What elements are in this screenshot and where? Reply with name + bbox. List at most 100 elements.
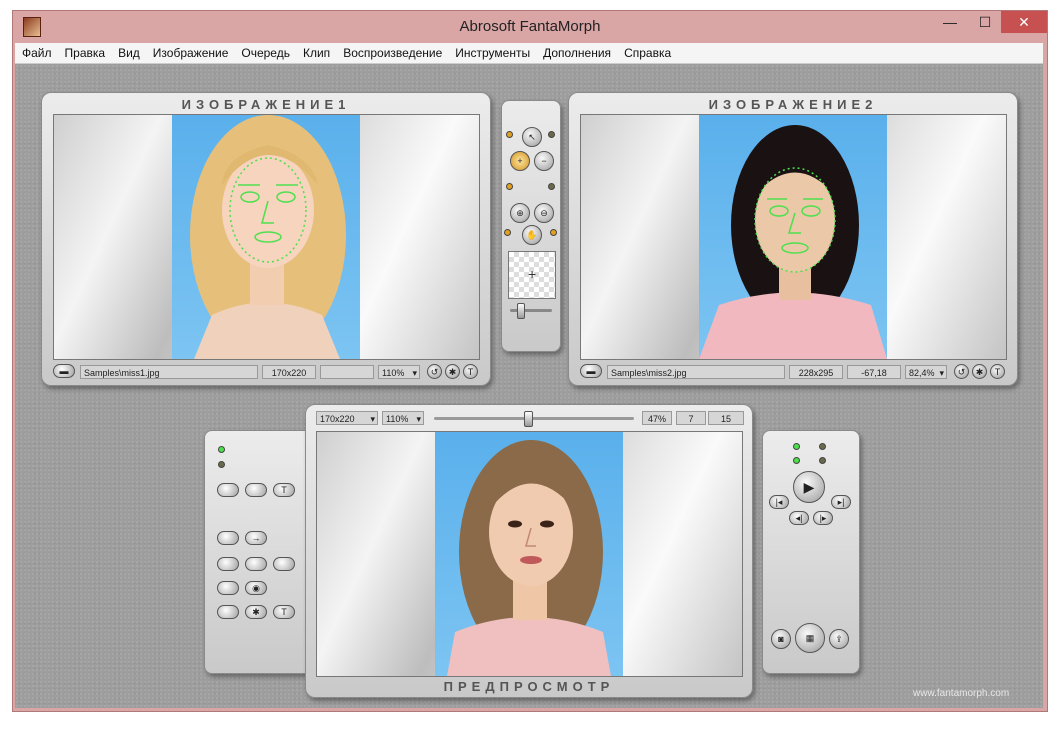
window-title: Abrosoft FantaMorph bbox=[459, 18, 601, 35]
open-image1-button[interactable]: ▬ bbox=[53, 364, 75, 378]
gear-icon: ✱ bbox=[448, 367, 457, 377]
gear-icon: ✱ bbox=[252, 607, 260, 617]
play-icon: ▶ bbox=[803, 479, 815, 495]
arrow-pointer-icon: ↖ bbox=[528, 132, 536, 142]
indicator-light bbox=[793, 443, 800, 450]
image1-photo bbox=[172, 115, 360, 359]
warp3-button[interactable] bbox=[273, 557, 295, 571]
settings-button[interactable]: ✱ bbox=[445, 364, 460, 379]
frame-number[interactable]: 7 bbox=[676, 411, 706, 425]
warp-button[interactable] bbox=[217, 557, 239, 571]
undo-button[interactable]: ↺ bbox=[427, 364, 442, 379]
film-icon: ▦ bbox=[805, 633, 815, 643]
image1-zoom-value: 110% bbox=[382, 368, 405, 378]
text-button[interactable]: T bbox=[463, 364, 478, 379]
text-icon: T bbox=[281, 607, 287, 617]
image1-path: Samples\miss1.jpg bbox=[80, 365, 258, 379]
export-button[interactable]: ⇪ bbox=[829, 629, 849, 649]
pan-tool-button[interactable]: ✋ bbox=[522, 225, 542, 245]
app-window: Abrosoft FantaMorph — ☐ ✕ Файл Правка Вид И… bbox=[12, 10, 1048, 712]
text-button[interactable]: T bbox=[990, 364, 1005, 379]
step-forward-icon: |▸ bbox=[819, 513, 827, 523]
curve-button[interactable] bbox=[217, 531, 239, 545]
shape-button[interactable] bbox=[217, 483, 239, 497]
prev-frame-button[interactable]: ◂| bbox=[789, 511, 809, 525]
indicator-light bbox=[504, 229, 511, 236]
menu-view[interactable]: Вид bbox=[111, 43, 146, 60]
image2-zoom-value: 82,4% bbox=[909, 368, 935, 378]
text2-button[interactable]: T bbox=[273, 605, 295, 619]
watermark: www.fantamorph.com bbox=[913, 688, 1010, 699]
menu-clip[interactable]: Клип bbox=[296, 43, 336, 60]
menu-file[interactable]: Файл bbox=[15, 43, 58, 60]
camera-icon: ◙ bbox=[778, 634, 784, 644]
menu-queue[interactable]: Очередь bbox=[234, 43, 296, 60]
morph-slider-track[interactable] bbox=[434, 417, 634, 420]
open-image2-button[interactable]: ▬ bbox=[580, 364, 602, 378]
preview-viewport[interactable] bbox=[316, 431, 743, 677]
play-button[interactable]: ▶ bbox=[793, 471, 825, 503]
export-movie-button[interactable]: ▦ bbox=[795, 623, 825, 653]
zoom-in-button[interactable]: ⊕ bbox=[510, 203, 530, 223]
menu-addons[interactable]: Дополнения bbox=[536, 43, 617, 60]
chevron-down-icon: ▾ bbox=[416, 414, 421, 424]
total-frames[interactable]: 15 bbox=[708, 411, 744, 425]
playback-controls-panel: ▶ |◂ ▸| ◂| |▸ ◙ ▦ ⇪ bbox=[762, 430, 860, 674]
minimize-button[interactable]: — bbox=[933, 11, 967, 33]
crosshair-icon: + bbox=[528, 266, 537, 282]
anchor-button[interactable] bbox=[217, 581, 239, 595]
last-frame-button[interactable]: ▸| bbox=[831, 495, 851, 509]
menu-playback[interactable]: Воспроизведение bbox=[336, 43, 448, 60]
image2-zoom-select[interactable]: 82,4% ▾ bbox=[905, 365, 947, 379]
warp2-button[interactable] bbox=[245, 557, 267, 571]
title-bar: Abrosoft FantaMorph — ☐ ✕ bbox=[13, 11, 1047, 43]
image2-title: ИЗОБРАЖЕНИЕ2 bbox=[708, 97, 878, 112]
menu-edit[interactable]: Правка bbox=[58, 43, 112, 60]
magnifier-preview: + bbox=[508, 251, 556, 299]
undo-button[interactable]: ↺ bbox=[954, 364, 969, 379]
next-frame-button[interactable]: |▸ bbox=[813, 511, 833, 525]
maximize-button[interactable]: ☐ bbox=[968, 11, 1002, 33]
shape2-button[interactable] bbox=[217, 605, 239, 619]
indicator-light bbox=[506, 183, 513, 190]
text-button[interactable]: T bbox=[273, 483, 295, 497]
settings-button[interactable]: ✱ bbox=[972, 364, 987, 379]
image2-size: 228x295 bbox=[789, 365, 843, 379]
image2-panel: ИЗОБРАЖЕНИЕ2 ▬ Samples\miss2.jpg 228x295… bbox=[568, 92, 1018, 386]
chevron-down-icon: ▾ bbox=[412, 368, 417, 378]
preview-zoom-select[interactable]: 110% ▾ bbox=[382, 411, 424, 425]
image1-portrait bbox=[190, 115, 346, 359]
morph-slider-thumb[interactable] bbox=[524, 411, 533, 427]
forward-button[interactable]: → bbox=[245, 531, 267, 545]
zoom-out-button[interactable]: ⊖ bbox=[534, 203, 554, 223]
step-back-icon: ◂| bbox=[795, 513, 803, 523]
preview-size-select[interactable]: 170x220 ▾ bbox=[316, 411, 378, 425]
first-frame-button[interactable]: |◂ bbox=[769, 495, 789, 509]
select-tool-button[interactable]: ↖ bbox=[522, 127, 542, 147]
image2-viewport[interactable] bbox=[580, 114, 1007, 360]
menu-tools[interactable]: Инструменты bbox=[448, 43, 536, 60]
preview-panel: 170x220 ▾ 110% ▾ 47% 7 15 ПРЕДПРОСМОТР bbox=[305, 404, 753, 698]
image1-zoom-select[interactable]: 110% ▾ bbox=[378, 365, 420, 379]
settings-button[interactable]: ✱ bbox=[245, 605, 267, 619]
view-button[interactable]: ◉ bbox=[245, 581, 267, 595]
minus-icon: − bbox=[541, 156, 547, 166]
remove-point-button[interactable]: − bbox=[534, 151, 554, 171]
magnifier-slider-thumb[interactable] bbox=[517, 303, 525, 319]
image1-coords bbox=[320, 365, 374, 379]
menu-help[interactable]: Справка bbox=[617, 43, 677, 60]
chevron-down-icon: ▾ bbox=[370, 414, 375, 424]
zoom-out-icon: ⊖ bbox=[540, 208, 548, 218]
effect-button[interactable] bbox=[245, 483, 267, 497]
eye-icon: ◉ bbox=[252, 583, 260, 593]
preview-zoom-value: 110% bbox=[386, 414, 409, 424]
gear-icon: ✱ bbox=[975, 367, 984, 377]
arrow-right-icon: → bbox=[251, 533, 261, 543]
close-button[interactable]: ✕ bbox=[1001, 11, 1047, 33]
snapshot-button[interactable]: ◙ bbox=[771, 629, 791, 649]
image1-viewport[interactable] bbox=[53, 114, 480, 360]
add-point-button[interactable]: + bbox=[510, 151, 530, 171]
indicator-light bbox=[819, 457, 826, 464]
indicator-light bbox=[218, 446, 225, 453]
menu-image[interactable]: Изображение bbox=[146, 43, 235, 60]
